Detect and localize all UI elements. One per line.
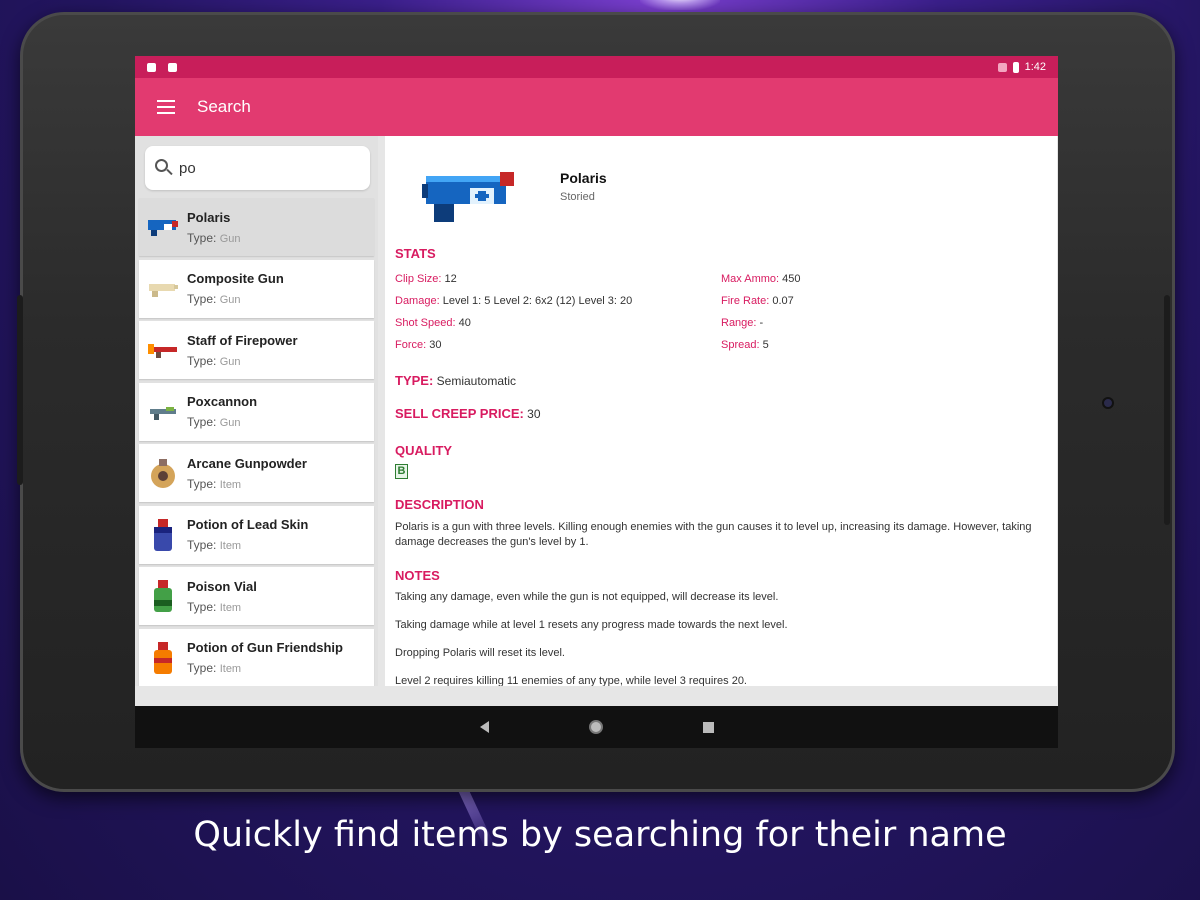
list-item-type: Type: Gun <box>187 415 241 429</box>
fire-rate-value: 0.07 <box>772 295 794 307</box>
range-value: - <box>759 317 764 329</box>
list-item-type: Type: Item <box>187 599 242 614</box>
back-icon[interactable] <box>479 721 489 733</box>
list-item-name: Composite Gun <box>187 271 284 286</box>
notes-heading: NOTES <box>395 568 440 583</box>
list-item-name: Potion of Lead Skin <box>187 517 309 532</box>
list-item-type: Type: Item <box>187 661 242 675</box>
damage-value: Level 1: 5 Level 2: 6x2 (12) Level 3: 20 <box>442 295 633 307</box>
battery-icon <box>1012 61 1019 73</box>
green-gun-icon <box>139 388 187 436</box>
sell-price-row: SELL CREEP PRICE: 30 <box>395 406 541 421</box>
promo-caption: Quickly find items by searching for thei… <box>193 815 1007 855</box>
camera-icon <box>1102 397 1114 409</box>
type-value: Semiautomatic <box>436 374 517 388</box>
sd-card-icon <box>168 62 177 72</box>
android-nav-bar <box>135 706 1058 748</box>
stats-grid: Clip Size: 12 Max Ammo: 450 Damage: Leve… <box>395 273 801 351</box>
tablet-side-button-left <box>17 295 23 485</box>
shot-speed-value: 40 <box>458 317 471 329</box>
list-item-poxcannon[interactable]: Poxcannon Type: Gun <box>139 382 374 441</box>
type-row: TYPE: Semiautomatic <box>395 373 517 388</box>
clip-size-value: 12 <box>444 273 457 285</box>
list-item-type: Type: Item <box>187 538 242 552</box>
description-heading: DESCRIPTION <box>395 497 484 512</box>
list-item-potion-of-gun-friendship[interactable]: Potion of Gun Friendship Type: Item <box>139 628 374 686</box>
beige-gun-icon <box>139 265 187 313</box>
status-time: 1:42 <box>1024 61 1046 73</box>
home-icon[interactable] <box>588 720 603 734</box>
sell-price-value: 30 <box>527 407 541 421</box>
list-item-composite-gun[interactable]: Composite Gun Type: Gun <box>139 259 374 318</box>
hamburger-menu-icon[interactable] <box>157 100 175 114</box>
list-item-name: Staff of Firepower <box>187 332 298 348</box>
red-staff-icon <box>139 326 187 374</box>
item-name: Polaris <box>560 169 607 186</box>
list-item-type: Type: Gun <box>187 292 241 306</box>
list-item-potion-of-lead-skin[interactable]: Potion of Lead Skin Type: Item <box>139 505 374 564</box>
note-item: Taking any damage, even while the gun is… <box>395 591 779 603</box>
app-bar: Search <box>135 78 1058 136</box>
search-input[interactable]: po <box>145 146 370 190</box>
note-item: Level 2 requires killing 11 enemies of a… <box>395 675 747 686</box>
note-item: Taking damage while at level 1 resets an… <box>395 619 788 631</box>
blue-potion-icon <box>139 511 187 559</box>
recents-icon[interactable] <box>702 721 714 733</box>
orange-potion-icon <box>139 634 187 682</box>
list-item-arcane-gunpowder[interactable]: Arcane Gunpowder Type: Item <box>139 444 374 502</box>
blue-gun-icon <box>139 203 187 251</box>
item-detail-pane: Polaris Storied STATS Clip Size: 12 Max … <box>385 136 1057 686</box>
list-item-staff-of-firepower[interactable]: Staff of Firepower Type: Gun <box>139 321 374 379</box>
quality-heading: QUALITY <box>395 443 453 458</box>
list-item-poison-vial[interactable]: Poison Vial Type: Item <box>139 567 374 625</box>
signal-icon <box>997 62 1007 72</box>
note-item: Dropping Polaris will reset its level. <box>395 647 565 659</box>
list-item-name: Poison Vial <box>187 578 257 594</box>
search-icon <box>155 159 173 177</box>
list-item-name: Potion of Gun Friendship <box>187 640 343 655</box>
list-item-type: Type: Gun <box>187 230 241 245</box>
list-item-type: Type: Item <box>187 476 242 491</box>
list-item-name: Poxcannon <box>187 394 258 409</box>
notification-icon <box>147 62 156 72</box>
stats-heading: STATS <box>395 246 436 261</box>
spread-value: 5 <box>762 339 769 351</box>
green-potion-icon <box>139 572 187 620</box>
powder-bag-icon <box>139 449 187 497</box>
item-subtitle: Storied <box>560 190 595 203</box>
quality-badge: B <box>395 464 408 479</box>
search-results-pane: po Polaris Type: Gun Composite Gun Type:… <box>135 136 378 686</box>
list-item-type: Type: Gun <box>187 353 241 368</box>
list-item-name: Polaris <box>187 209 231 225</box>
force-value: 30 <box>429 339 442 351</box>
background-glow <box>640 0 720 10</box>
list-item-polaris[interactable]: Polaris Type: Gun <box>139 198 374 256</box>
search-input-value: po <box>179 159 196 177</box>
tablet-side-button-right <box>1164 295 1170 525</box>
app-bar-title: Search <box>197 97 251 116</box>
status-bar: 1:42 <box>135 56 1058 78</box>
device-screen: 1:42 Search po Polaris Type: Gun Composi… <box>135 56 1058 748</box>
description-text: Polaris is a gun with three levels. Kill… <box>395 521 1032 548</box>
max-ammo-value: 450 <box>782 273 801 285</box>
polaris-gun-icon <box>420 158 520 228</box>
list-item-name: Arcane Gunpowder <box>187 455 307 471</box>
